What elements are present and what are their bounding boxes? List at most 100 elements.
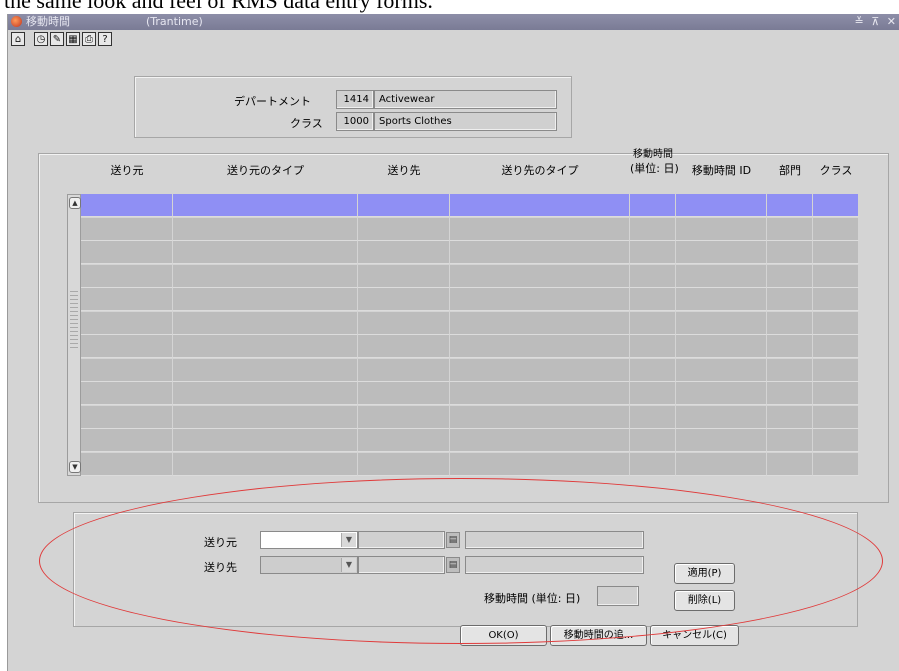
table-cell[interactable]	[81, 452, 173, 476]
table-cell[interactable]	[173, 335, 358, 358]
column-header-2[interactable]: 送り先	[358, 162, 450, 178]
table-row[interactable]	[81, 405, 859, 430]
table-cell[interactable]	[81, 311, 173, 335]
table-cell[interactable]	[813, 194, 859, 217]
delete-button[interactable]: 削除(L)	[674, 590, 735, 611]
table-cell[interactable]	[358, 405, 450, 429]
chevron-down-icon[interactable]: ▼	[341, 558, 356, 572]
table-cell[interactable]	[173, 311, 358, 335]
table-cell[interactable]	[676, 335, 767, 358]
table-cell[interactable]	[630, 311, 676, 335]
table-cell[interactable]	[358, 264, 450, 288]
table-cell[interactable]	[81, 288, 173, 311]
table-cell[interactable]	[813, 264, 859, 288]
table-cell[interactable]	[676, 358, 767, 382]
table-row[interactable]	[81, 264, 859, 289]
table-cell[interactable]	[450, 452, 630, 476]
table-cell[interactable]	[813, 311, 859, 335]
table-cell[interactable]	[767, 194, 813, 217]
table-cell[interactable]	[767, 429, 813, 452]
table-cell[interactable]	[767, 452, 813, 476]
table-cell[interactable]	[767, 335, 813, 358]
table-cell[interactable]	[630, 358, 676, 382]
table-cell[interactable]	[81, 264, 173, 288]
calendar-icon[interactable]: ▦	[66, 32, 80, 46]
table-cell[interactable]	[630, 217, 676, 241]
from-lov-icon[interactable]: ▤	[446, 532, 460, 548]
table-cell[interactable]	[767, 264, 813, 288]
table-cell[interactable]	[630, 288, 676, 311]
table-cell[interactable]	[813, 335, 859, 358]
table-cell[interactable]	[676, 429, 767, 452]
clock-icon[interactable]: ◷	[34, 32, 48, 46]
table-cell[interactable]	[630, 429, 676, 452]
table-cell[interactable]	[450, 217, 630, 241]
table-cell[interactable]	[81, 194, 173, 217]
table-cell[interactable]	[676, 452, 767, 476]
table-row[interactable]	[81, 452, 859, 477]
table-cell[interactable]	[630, 382, 676, 405]
scroll-grip[interactable]	[70, 291, 78, 351]
table-cell[interactable]	[630, 264, 676, 288]
table-row[interactable]	[81, 335, 859, 359]
table-cell[interactable]	[450, 194, 630, 217]
table-cell[interactable]	[676, 194, 767, 217]
table-cell[interactable]	[81, 358, 173, 382]
table-cell[interactable]	[81, 405, 173, 429]
column-header-3[interactable]: 送り先のタイプ	[450, 162, 630, 178]
column-header-5[interactable]: 移動時間 ID	[676, 162, 767, 178]
table-cell[interactable]	[767, 288, 813, 311]
table-cell[interactable]	[358, 335, 450, 358]
ok-button[interactable]: OK(O)	[460, 625, 547, 646]
column-header-7[interactable]: クラス	[813, 162, 859, 178]
scroll-up-icon[interactable]: ▲	[69, 197, 81, 209]
vertical-scrollbar[interactable]: ▲ ▼	[67, 194, 81, 476]
transit-time-field[interactable]	[597, 586, 639, 606]
chevron-down-icon[interactable]: ▼	[341, 533, 356, 547]
scroll-down-icon[interactable]: ▼	[69, 461, 81, 473]
column-header-4[interactable]: 移動時間 (単位: 日)	[630, 145, 679, 176]
table-cell[interactable]	[358, 311, 450, 335]
table-cell[interactable]	[450, 429, 630, 452]
table-cell[interactable]	[813, 405, 859, 429]
table-cell[interactable]	[81, 217, 173, 241]
table-row[interactable]	[81, 241, 859, 265]
table-cell[interactable]	[358, 217, 450, 241]
table-cell[interactable]	[358, 429, 450, 452]
table-cell[interactable]	[358, 241, 450, 264]
table-cell[interactable]	[450, 288, 630, 311]
table-row[interactable]	[81, 194, 859, 218]
table-cell[interactable]	[767, 311, 813, 335]
to-lov-icon[interactable]: ▤	[446, 557, 460, 573]
table-cell[interactable]	[676, 382, 767, 405]
table-cell[interactable]	[173, 288, 358, 311]
home-icon[interactable]: ⌂	[11, 32, 25, 46]
table-row[interactable]	[81, 217, 859, 242]
table-cell[interactable]	[767, 382, 813, 405]
column-header-0[interactable]: 送り元	[81, 162, 173, 178]
table-cell[interactable]	[173, 405, 358, 429]
table-cell[interactable]	[450, 335, 630, 358]
table-cell[interactable]	[450, 382, 630, 405]
table-cell[interactable]	[173, 194, 358, 217]
table-cell[interactable]	[767, 358, 813, 382]
table-cell[interactable]	[630, 241, 676, 264]
table-cell[interactable]	[813, 217, 859, 241]
table-row[interactable]	[81, 288, 859, 312]
table-cell[interactable]	[173, 217, 358, 241]
column-header-6[interactable]: 部門	[767, 162, 813, 178]
table-cell[interactable]	[676, 405, 767, 429]
help-icon[interactable]: ?	[98, 32, 112, 46]
table-cell[interactable]	[630, 194, 676, 217]
table-cell[interactable]	[813, 288, 859, 311]
table-row[interactable]	[81, 429, 859, 453]
table-cell[interactable]	[450, 264, 630, 288]
table-cell[interactable]	[676, 217, 767, 241]
print-icon[interactable]: ⎙	[82, 32, 96, 46]
table-cell[interactable]	[813, 452, 859, 476]
table-row[interactable]	[81, 311, 859, 336]
table-cell[interactable]	[173, 429, 358, 452]
spell-check-icon[interactable]: ✎	[50, 32, 64, 46]
table-cell[interactable]	[358, 452, 450, 476]
column-header-1[interactable]: 送り元のタイプ	[173, 162, 358, 178]
